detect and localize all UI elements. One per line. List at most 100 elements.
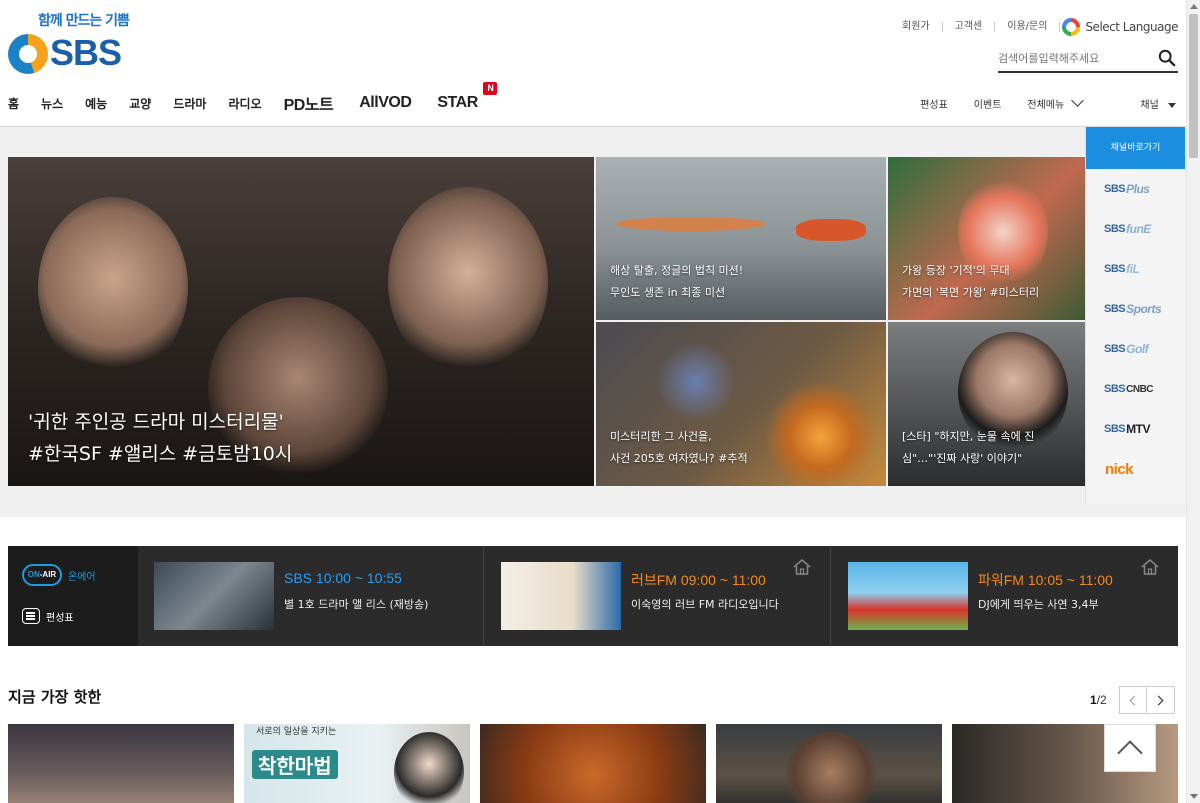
- language-label: Select Language: [1085, 20, 1178, 34]
- onair-side: ON-AIR 온에어 편성표: [8, 546, 138, 646]
- next-page-button[interactable]: [1146, 686, 1175, 714]
- channel-sbs-sports[interactable]: SBS Sports: [1086, 289, 1185, 329]
- sbs-logo[interactable]: 함께 만드는 기쁨 SBS: [8, 10, 130, 76]
- sbs-ring-icon: [8, 34, 48, 74]
- channel-name: MTV: [1126, 422, 1150, 436]
- channel-panel-header: 채널바로가기: [1086, 127, 1185, 169]
- event-link[interactable]: 이벤트: [974, 96, 1002, 111]
- hero-main-caption-line1: '귀한 주인공 드라마 미스터리물': [28, 411, 284, 433]
- hero-tile-4[interactable]: 미스터리한 그 사건을, 사건 205호 여자였나? #추적: [596, 322, 886, 486]
- home-icon[interactable]: [1140, 558, 1160, 576]
- util-link-support[interactable]: 고객센: [943, 22, 996, 32]
- home-icon[interactable]: [792, 558, 812, 576]
- chevron-up-icon: [1117, 740, 1143, 766]
- hero-tile-3-line1: 가왕 등장 '기적'의 무대: [902, 264, 1010, 277]
- nav-item-entertainment[interactable]: 예능: [85, 95, 107, 112]
- channel-name: fiL: [1126, 262, 1140, 276]
- channel-name: funE: [1126, 222, 1151, 236]
- pill-on-text: ON: [27, 570, 40, 579]
- nav-item-pd-note[interactable]: PD노트: [284, 91, 334, 115]
- live-thumbnail: [154, 562, 274, 630]
- chevron-down-icon: [1071, 94, 1085, 107]
- channel-name: nick: [1105, 460, 1134, 478]
- pill-air-text: -AIR: [39, 570, 57, 579]
- live-title: 별 1호 드라마 앨 리스 (재방송): [284, 598, 429, 611]
- channel-sbs-fil[interactable]: SBS fiL: [1086, 249, 1185, 289]
- channel-nick[interactable]: nick: [1086, 449, 1185, 489]
- nav-item-star[interactable]: STAR N: [437, 82, 498, 112]
- onair-button[interactable]: ON-AIR 온에어: [22, 564, 96, 586]
- schedule-button[interactable]: 편성표: [22, 608, 74, 624]
- back-to-top-button[interactable]: [1104, 724, 1156, 772]
- scroll-up-icon[interactable]: [1190, 4, 1198, 9]
- header-right-menu: 편성표 이벤트 전체메뉴 채널: [894, 94, 1176, 111]
- schedule-label: 편성표: [46, 612, 74, 624]
- main-navigation: 홈 뉴스 예능 교양 드라마 라디오 PD노트 AllVOD STAR N: [8, 82, 504, 116]
- hero-tile-2[interactable]: 해상 탈출, 정글의 법칙 미션! 무인도 생존 in 최종 미션: [596, 157, 886, 320]
- section-pager: 1/2: [1090, 686, 1175, 714]
- live-item-powerfm[interactable]: 파워FM 10:05 ~ 11:00 DJ에게 띄우는 사연 3,4부: [832, 546, 1178, 646]
- onair-bar: ON-AIR 온에어 편성표 SBS 10:00 ~ 10:55 별 1호 드라…: [8, 546, 1178, 646]
- hero-main-tile[interactable]: '귀한 주인공 드라마 미스터리물' #한국SF #앨리스 #금토밤10시: [8, 157, 594, 486]
- page-total: /2: [1096, 693, 1107, 707]
- search-icon[interactable]: [1158, 49, 1176, 67]
- scroll-down-icon[interactable]: [1190, 794, 1198, 799]
- page-scrollbar[interactable]: [1186, 0, 1200, 803]
- onair-pill-icon: ON-AIR: [22, 564, 62, 586]
- logo-slogan: 함께 만드는 기쁨: [38, 13, 130, 29]
- content-card[interactable]: [480, 724, 706, 803]
- search-input[interactable]: [998, 45, 1148, 71]
- hero-tile-4-caption: 미스터리한 그 사건을, 사건 205호 여자였나? #추적: [610, 426, 874, 470]
- nav-item-drama[interactable]: 드라마: [173, 95, 206, 112]
- channel-name: Plus: [1126, 182, 1150, 196]
- section-title: 지금 가장 핫한: [8, 688, 102, 706]
- chevron-left-icon: [1129, 695, 1140, 705]
- site-header: 함께 만드는 기쁨 SBS 회원가 고객센 이용/문의 Select Langu…: [0, 0, 1186, 127]
- nav-item-news[interactable]: 뉴스: [41, 95, 63, 112]
- util-link-join[interactable]: 회원가: [890, 22, 943, 32]
- hero-tile-3[interactable]: 가왕 등장 '기적'의 무대 가면의 '복면 가왕' #미스터리: [888, 157, 1086, 320]
- nav-star-label: STAR: [437, 94, 478, 111]
- nav-item-allvod[interactable]: AllVOD: [359, 94, 412, 112]
- content-card[interactable]: 서로의 일상을 지키는 착한마법: [244, 724, 470, 803]
- hero-tile-5-line1: [스타] "하지만, 눈물 속에 진심"…"'진짜 사랑' 이야기": [902, 430, 1035, 465]
- prev-page-button[interactable]: [1118, 686, 1147, 714]
- nav-item-home[interactable]: 홈: [8, 95, 19, 112]
- caret-down-icon: [1168, 103, 1176, 108]
- scroll-thumb[interactable]: [1189, 14, 1198, 158]
- search-box: [998, 45, 1178, 73]
- nav-item-culture[interactable]: 교양: [129, 95, 151, 112]
- live-item-tv[interactable]: SBS 10:00 ~ 10:55 별 1호 드라마 앨 리스 (재방송): [138, 546, 484, 646]
- schedule-link[interactable]: 편성표: [920, 96, 948, 111]
- channel-name: Sports: [1126, 302, 1162, 316]
- channel-brand: SBS: [1104, 383, 1126, 395]
- channel-sbs-cnbc[interactable]: SBS CNBC: [1086, 369, 1185, 409]
- all-menu-button[interactable]: 전체메뉴: [1027, 94, 1085, 111]
- hero-tile-2-caption: 해상 탈출, 정글의 법칙 미션! 무인도 생존 in 최종 미션: [610, 260, 874, 304]
- channel-sbs-mtv[interactable]: SBS MTV: [1086, 409, 1185, 449]
- live-item-lovefm[interactable]: 러브FM 09:00 ~ 11:00 이숙영의 러브 FM 라디오입니다: [485, 546, 831, 646]
- channel-brand: SBS: [1104, 223, 1126, 235]
- hero-tile-5[interactable]: [스타] "하지만, 눈물 속에 진심"…"'진짜 사랑' 이야기": [888, 322, 1086, 486]
- raft-shape: [796, 219, 866, 241]
- nav-item-radio[interactable]: 라디오: [228, 95, 261, 112]
- content-card[interactable]: [716, 724, 942, 803]
- onair-label: 온에어: [68, 571, 96, 583]
- hero-tile-4-line2: 사건 205호 여자였나? #추적: [610, 452, 748, 465]
- card-subtitle: 서로의 일상을 지키는: [256, 727, 337, 737]
- live-time: SBS 10:00 ~ 10:55: [284, 570, 402, 586]
- live-title: 이숙영의 러브 FM 라디오입니다: [631, 598, 779, 611]
- all-menu-label: 전체메뉴: [1027, 100, 1065, 111]
- channel-sbs-fune[interactable]: SBS funE: [1086, 209, 1185, 249]
- channel-name: Golf: [1126, 342, 1149, 356]
- hero-tile-2-line2: 무인도 생존 in 최종 미션: [610, 286, 726, 299]
- channel-brand: SBS: [1104, 303, 1126, 315]
- channel-sbs-plus[interactable]: SBS Plus: [1086, 169, 1185, 209]
- util-link-inquiry[interactable]: 이용/문의: [995, 22, 1061, 32]
- channel-sbs-golf[interactable]: SBS Golf: [1086, 329, 1185, 369]
- language-selector[interactable]: Select Language: [1062, 18, 1178, 36]
- hero-tile-4-line1: 미스터리한 그 사건을,: [610, 430, 712, 443]
- content-card[interactable]: [8, 724, 234, 803]
- channel-dropdown[interactable]: 채널: [1140, 96, 1176, 111]
- sbs-homepage: 함께 만드는 기쁨 SBS 회원가 고객센 이용/문의 Select Langu…: [0, 0, 1200, 803]
